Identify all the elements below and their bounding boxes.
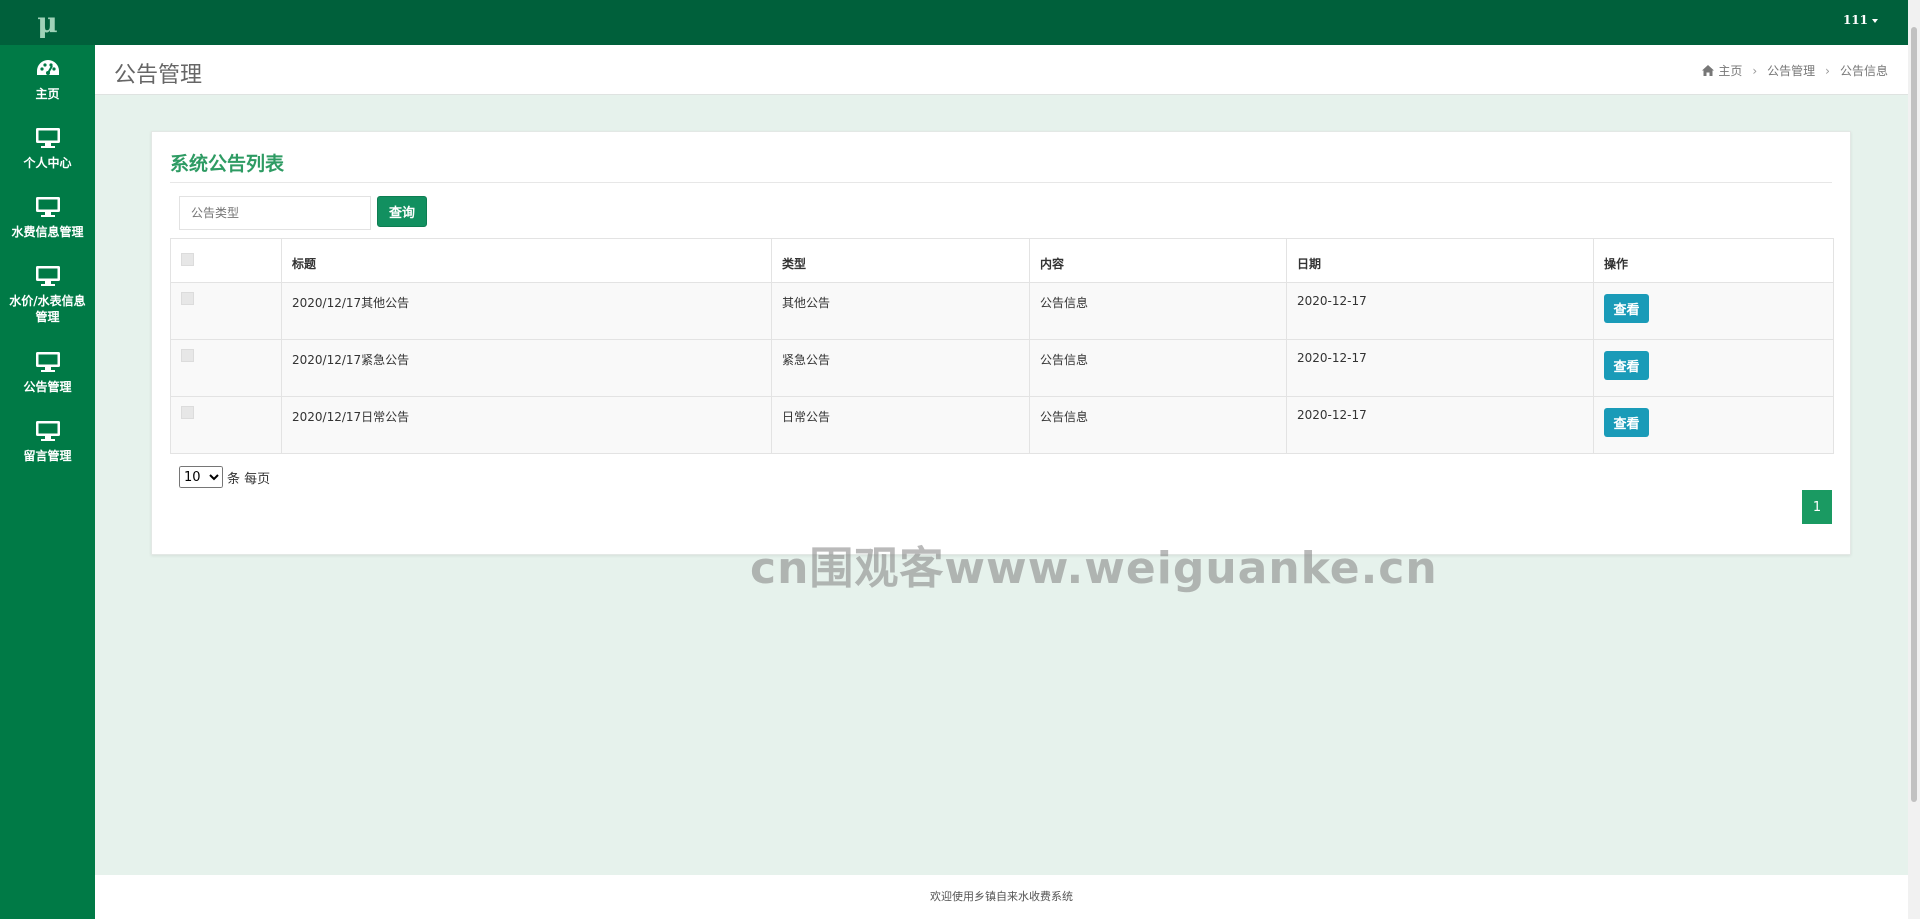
table-row: 2020/12/17紧急公告 紧急公告 公告信息 2020-12-17 查看 [170, 339, 1834, 397]
cell-content: 公告信息 [1029, 339, 1287, 397]
monitor-icon [35, 127, 60, 148]
breadcrumb-home[interactable]: 主页 [1718, 62, 1742, 79]
app-logo[interactable]: μ [0, 0, 95, 45]
table-row: 2020/12/17其他公告 其他公告 公告信息 2020-12-17 查看 [170, 282, 1834, 340]
view-button[interactable]: 查看 [1604, 351, 1649, 380]
view-button[interactable]: 查看 [1604, 294, 1649, 323]
page-title: 公告管理 [114, 63, 203, 88]
row-select-cell [170, 339, 282, 397]
sidebar-item-water-price[interactable]: 水价/水表信息管理 [0, 252, 95, 338]
sidebar-item-label: 公告管理 [23, 379, 72, 394]
cell-title: 2020/12/17紧急公告 [281, 339, 772, 397]
sidebar-item-label: 水价/水表信息管理 [9, 294, 86, 324]
cell-title: 2020/12/17日常公告 [281, 396, 772, 454]
page-size-select[interactable]: 10 [179, 466, 223, 488]
cell-type: 其他公告 [771, 282, 1030, 340]
row-checkbox[interactable] [181, 406, 194, 419]
cell-type: 日常公告 [771, 396, 1030, 454]
cell-content: 公告信息 [1029, 282, 1287, 340]
announcement-panel: 系统公告列表 查询 标题 类型 内容 日期 操作 2020/12/17其他公告 [151, 131, 1851, 555]
cell-content: 公告信息 [1029, 396, 1287, 454]
cell-date: 2020-12-17 [1286, 282, 1594, 340]
column-header-date: 日期 [1286, 238, 1594, 283]
top-bar: 111 [95, 0, 1920, 45]
cell-type: 紧急公告 [771, 339, 1030, 397]
cell-title: 2020/12/17其他公告 [281, 282, 772, 340]
select-all-checkbox[interactable] [181, 253, 194, 266]
column-header-content: 内容 [1029, 238, 1287, 283]
page-size-control: 10 条 每页 [179, 466, 270, 488]
announcement-type-search-input[interactable] [179, 196, 371, 230]
breadcrumb-announcement-management[interactable]: 公告管理 [1767, 62, 1815, 79]
row-select-cell [170, 396, 282, 454]
sidebar-item-message[interactable]: 留言管理 [0, 407, 95, 476]
divider [170, 182, 1832, 183]
scrollbar-thumb[interactable] [1911, 27, 1917, 802]
view-button[interactable]: 查看 [1604, 408, 1649, 437]
monitor-icon [35, 196, 60, 217]
page-header: 公告管理 主页 › 公告管理 › 公告信息 [95, 45, 1908, 95]
page-size-label: 条 每页 [227, 471, 271, 487]
sidebar-item-label: 水费信息管理 [11, 224, 84, 239]
user-menu[interactable]: 111 [1843, 13, 1878, 27]
table-row: 2020/12/17日常公告 日常公告 公告信息 2020-12-17 查看 [170, 396, 1834, 454]
sidebar-item-home[interactable]: 主页 [0, 45, 95, 114]
dashboard-icon [36, 59, 59, 75]
row-checkbox[interactable] [181, 349, 194, 362]
sidebar-item-announcement[interactable]: 公告管理 [0, 338, 95, 407]
cell-action: 查看 [1593, 396, 1834, 454]
sidebar-item-profile[interactable]: 个人中心 [0, 114, 95, 183]
chevron-right-icon: › [1752, 63, 1758, 78]
sidebar-item-water-fee[interactable]: 水费信息管理 [0, 183, 95, 252]
caret-down-icon [1872, 18, 1878, 23]
panel-title: 系统公告列表 [170, 153, 285, 175]
monitor-icon [35, 420, 60, 441]
column-header-title: 标题 [281, 238, 772, 283]
row-select-cell [170, 282, 282, 340]
cell-date: 2020-12-17 [1286, 396, 1594, 454]
cell-action: 查看 [1593, 339, 1834, 397]
sidebar-item-label: 留言管理 [23, 448, 72, 463]
breadcrumb-announcement-info: 公告信息 [1839, 64, 1888, 78]
announcement-table: 标题 类型 内容 日期 操作 2020/12/17其他公告 其他公告 公告信息 … [170, 238, 1834, 454]
sidebar-item-label: 个人中心 [23, 155, 72, 170]
search-button[interactable]: 查询 [377, 196, 427, 227]
pagination-page-1[interactable]: 1 [1802, 490, 1832, 524]
monitor-icon [35, 351, 60, 372]
monitor-icon [35, 266, 60, 286]
content-area: 系统公告列表 查询 标题 类型 内容 日期 操作 2020/12/17其他公告 [114, 114, 1888, 876]
sidebar: μ 主页 个人中心 水费信息管理 水价/水表信息管理 公告管理 留言管理 [0, 0, 95, 919]
cell-date: 2020-12-17 [1286, 339, 1594, 397]
breadcrumb: 主页 › 公告管理 › 公告信息 [1702, 62, 1888, 79]
column-header-action: 操作 [1593, 238, 1834, 283]
column-header-type: 类型 [771, 238, 1030, 283]
select-all-cell [170, 238, 282, 283]
row-checkbox[interactable] [181, 292, 194, 305]
table-header-row: 标题 类型 内容 日期 操作 [170, 238, 1834, 283]
user-name: 111 [1842, 13, 1868, 27]
vertical-scrollbar[interactable] [1908, 0, 1920, 919]
footer: 欢迎使用乡镇自来水收费系统 [95, 875, 1908, 919]
home-icon [1702, 65, 1715, 76]
sidebar-item-label: 主页 [35, 86, 60, 101]
chevron-right-icon: › [1825, 63, 1830, 78]
cell-action: 查看 [1593, 282, 1834, 340]
